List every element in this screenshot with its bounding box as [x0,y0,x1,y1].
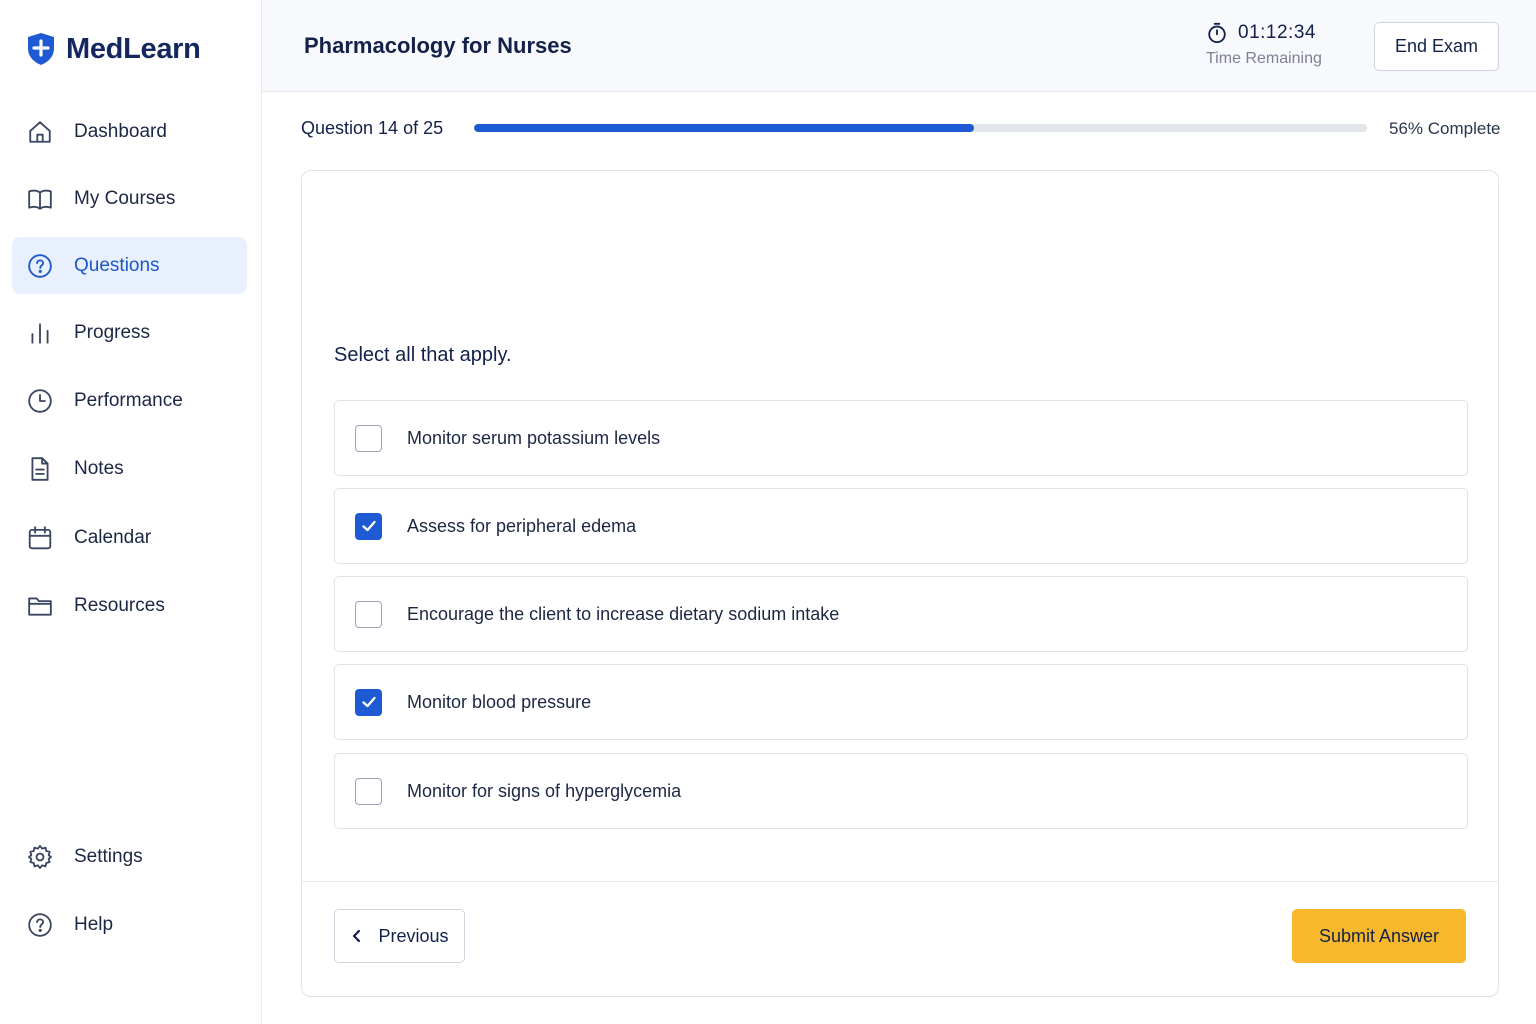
sidebar-item-my-courses[interactable]: My Courses [12,170,247,227]
progress-bar-fill [474,124,975,132]
sidebar-item-performance[interactable]: Performance [12,372,247,429]
sidebar-item-dashboard[interactable]: Dashboard [12,103,247,160]
sidebar-item-label: Questions [74,254,160,276]
end-exam-button[interactable]: End Exam [1374,22,1499,71]
card-divider [302,881,1498,882]
sidebar-item-help[interactable]: Help [12,896,247,953]
question-stem-redacted [334,215,1469,247]
checkmark-icon [361,520,376,532]
sidebar-item-label: Notes [74,457,124,479]
bar-chart-icon [26,319,54,347]
progress-percent: 56% Complete [1389,119,1501,138]
help-circle-icon [26,911,54,939]
submit-answer-button[interactable]: Submit Answer [1292,909,1466,963]
chevron-left-icon [353,929,361,943]
timer-label: Time Remaining [1206,50,1322,67]
answer-option-2[interactable]: Assess for peripheral edema [334,488,1468,564]
answer-option-5[interactable]: Monitor for signs of hyperglycemia [334,753,1468,829]
timer-value: 01:12:34 [1238,22,1316,43]
sidebar: MedLearn Dashboard My Courses Questions … [0,0,262,1024]
previous-button-label: Previous [378,925,449,946]
sidebar-item-label: Calendar [74,526,152,548]
app-name: MedLearn [66,32,201,65]
question-instruction: Select all that apply. [334,344,512,366]
option-label: Monitor blood pressure [407,691,592,712]
option-label: Assess for peripheral edema [407,515,637,536]
folder-icon [26,592,54,620]
sidebar-item-progress[interactable]: Progress [12,304,247,361]
answer-option-1[interactable]: Monitor serum potassium levels [334,400,1468,476]
option-label: Monitor for signs of hyperglycemia [407,780,682,801]
sidebar-item-label: Performance [74,389,183,411]
book-icon [26,185,54,213]
option-label: Encourage the client to increase dietary… [407,603,840,624]
shield-plus-icon [28,33,54,65]
sidebar-item-label: Progress [74,321,151,343]
calendar-icon [26,524,54,552]
previous-button[interactable]: Previous [334,909,465,963]
option-checkbox[interactable] [355,777,382,805]
option-checkbox[interactable] [355,600,382,628]
sidebar-item-calendar[interactable]: Calendar [12,509,247,566]
sidebar-item-questions[interactable]: Questions [12,237,247,294]
stopwatch-icon [1208,22,1226,44]
home-icon [26,118,54,146]
option-label: Monitor serum potassium levels [407,427,661,448]
sidebar-item-label: Resources [74,594,165,616]
sidebar-item-resources[interactable]: Resources [12,577,247,634]
app-logo[interactable]: MedLearn [26,32,201,66]
checkmark-icon [361,696,376,708]
question-circle-icon [26,252,54,280]
sidebar-item-notes[interactable]: Notes [12,440,247,497]
document-icon [26,455,54,483]
question-card: Select all that apply. Monitor serum pot… [301,170,1499,997]
clock-icon [26,387,54,415]
question-counter: Question 14 of 25 [301,118,444,138]
gear-icon [26,843,54,871]
option-checkbox[interactable] [355,688,382,716]
answer-option-4[interactable]: Monitor blood pressure [334,664,1468,740]
option-checkbox[interactable] [355,424,382,452]
sidebar-item-settings[interactable]: Settings [12,828,247,885]
sidebar-item-label: Settings [74,845,143,867]
page-title: Pharmacology for Nurses [304,33,572,58]
top-header: Pharmacology for Nurses 01:12:34 Time Re… [262,0,1536,92]
answer-option-3[interactable]: Encourage the client to increase dietary… [334,576,1468,652]
sidebar-item-label: My Courses [74,187,176,209]
option-checkbox[interactable] [355,512,382,540]
exam-timer: 01:12:34 Time Remaining [1206,22,1322,68]
progress-bar [474,124,1367,132]
sidebar-item-label: Help [74,913,114,935]
sidebar-item-label: Dashboard [74,120,167,142]
